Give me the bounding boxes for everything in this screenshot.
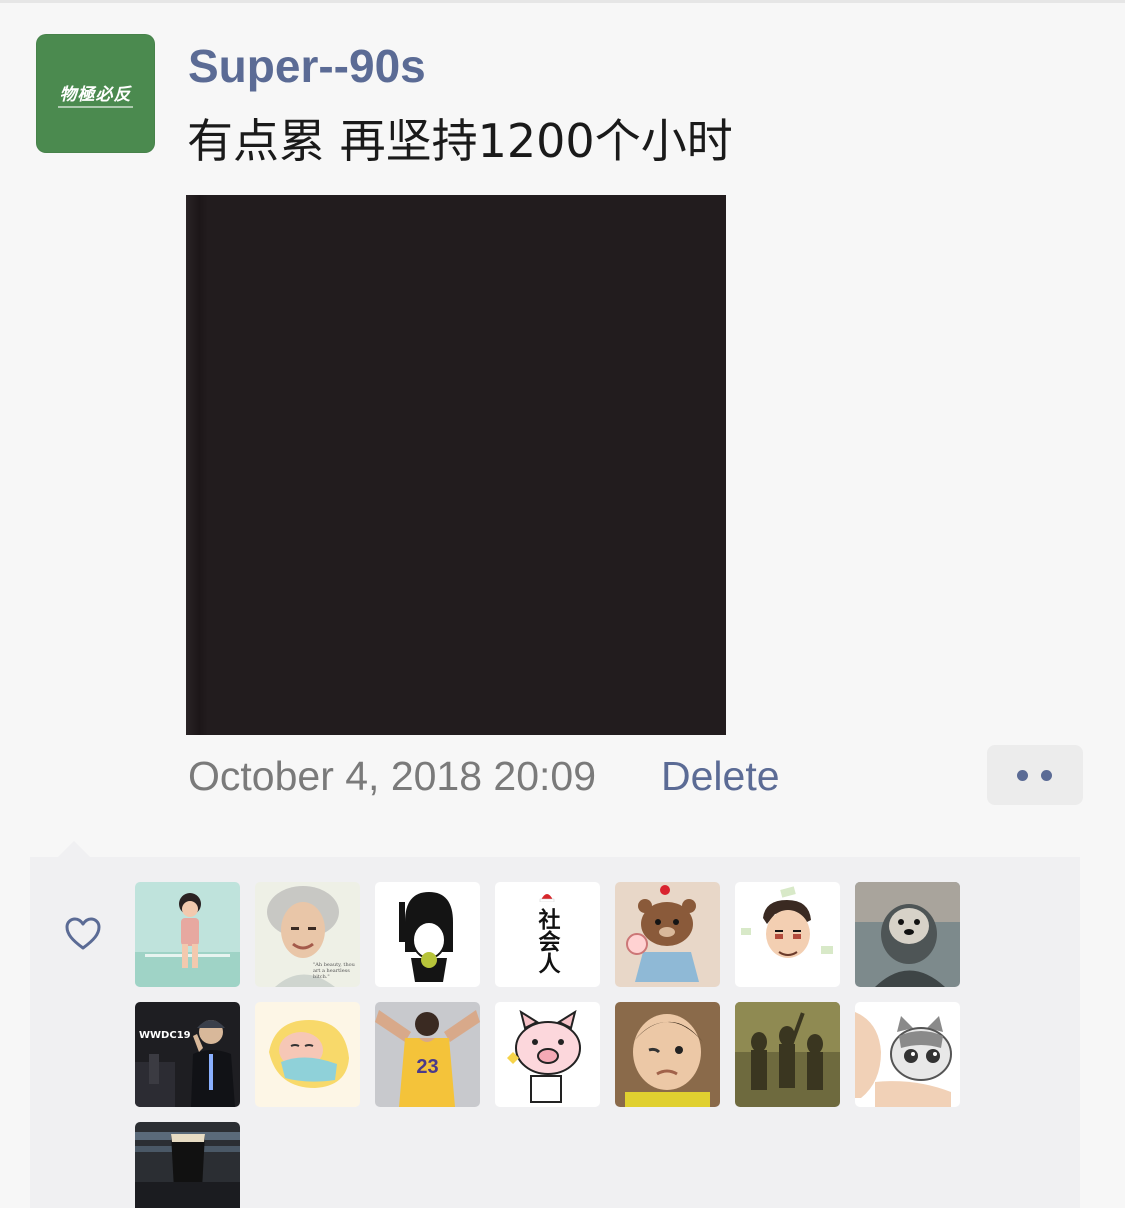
author-name[interactable]: Super--90s: [188, 36, 426, 96]
more-dots-icon: [1017, 770, 1028, 781]
liker-avatar-jersey[interactable]: 23: [375, 1002, 480, 1107]
sleeping-cartoon-drawing: [255, 1002, 360, 1107]
liker-avatar-beer[interactable]: [135, 1122, 240, 1208]
cat-cartoon: [855, 1002, 960, 1107]
liker-avatar-cat[interactable]: [855, 1002, 960, 1107]
cartoon-man-drawing: [735, 882, 840, 987]
post-image[interactable]: [186, 195, 726, 735]
jersey-photo: [375, 1002, 480, 1107]
heart-outline-icon: [65, 917, 101, 950]
liker-avatar-cartoon-man[interactable]: [735, 882, 840, 987]
liker-avatar-wwdc[interactable]: WWDC19: [135, 1002, 240, 1107]
liker-avatar-pig[interactable]: [495, 1002, 600, 1107]
liker-avatar-cartoon-girl[interactable]: [375, 882, 480, 987]
author-avatar[interactable]: 物極必反: [36, 34, 155, 153]
cartoon-girl-drawing: [375, 882, 480, 987]
shehuiren-text: 社会人: [534, 907, 561, 974]
otter-photo: [855, 882, 960, 987]
bear-cartoon: [615, 882, 720, 987]
shadows-photo: [735, 1002, 840, 1107]
liker-avatar-shehuiren[interactable]: 社会人: [495, 882, 600, 987]
avatar-logo-text: 物極必反: [59, 85, 132, 105]
wwdc-photo: [135, 1002, 240, 1107]
beer-photo: [135, 1122, 240, 1208]
pig-cartoon: [495, 1002, 600, 1107]
delete-link[interactable]: Delete: [661, 750, 780, 802]
liker-avatar-baby[interactable]: [615, 1002, 720, 1107]
liker-avatar-bear[interactable]: [615, 882, 720, 987]
child-photo: [135, 882, 240, 987]
post-image-edge: [186, 195, 208, 735]
likes-panel-notch: [58, 841, 90, 857]
jersey-number: 23: [416, 1056, 439, 1078]
baby-photo: [615, 1002, 720, 1107]
avatar-logo-underline: [58, 106, 133, 108]
liker-avatar-otter[interactable]: [855, 882, 960, 987]
more-dots-icon: [1041, 770, 1052, 781]
liker-avatar-einstein[interactable]: "Ah beauty, thou art a heartless bitch.": [255, 882, 360, 987]
liker-avatar-shadows[interactable]: [735, 1002, 840, 1107]
moments-post-detail: 物極必反 Super--90s 有点累 再坚持1200个小时 October 4…: [0, 0, 1125, 1208]
einstein-caption: "Ah beauty, thou art a heartless bitch.": [313, 962, 355, 980]
wwdc-label: WWDC19: [139, 1030, 191, 1041]
liker-avatar-sleeping-cartoon[interactable]: [255, 1002, 360, 1107]
post-timestamp: October 4, 2018 20:09: [188, 753, 597, 799]
post-text: 有点累 再坚持1200个小时: [187, 114, 733, 168]
more-button[interactable]: [987, 745, 1083, 805]
top-divider: [0, 0, 1125, 3]
liker-avatar-child[interactable]: [135, 882, 240, 987]
